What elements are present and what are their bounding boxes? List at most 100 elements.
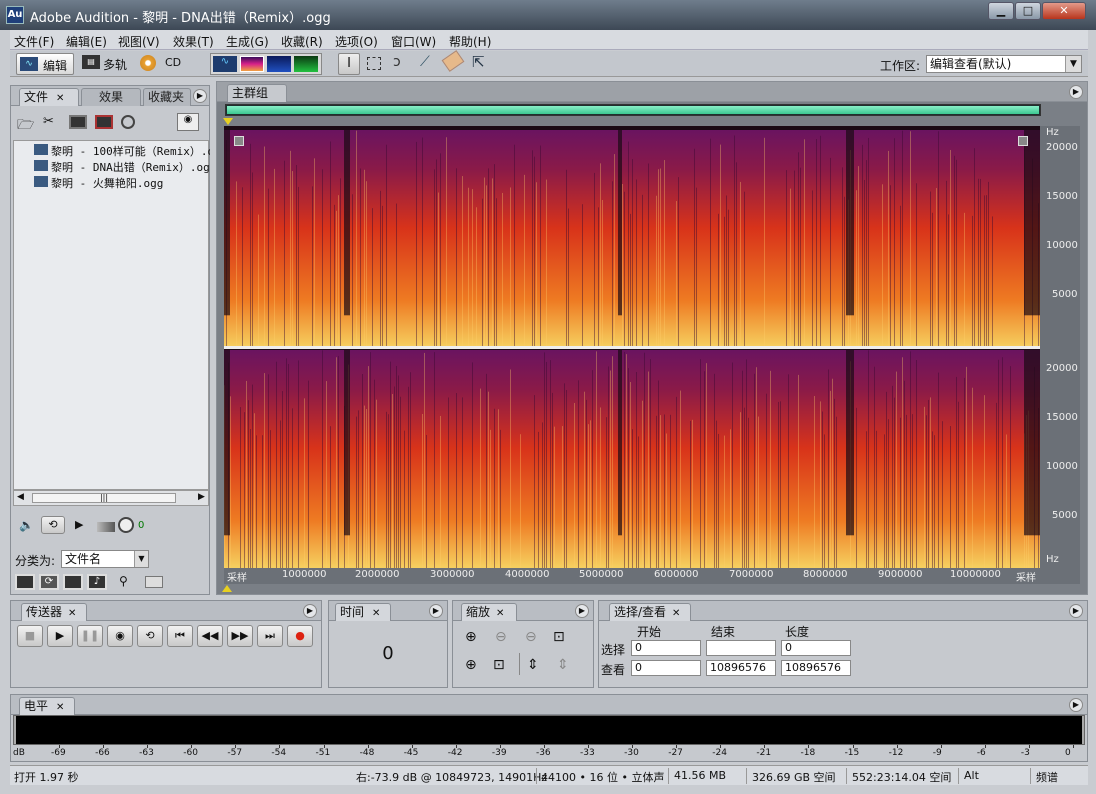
maximize-button[interactable]: □	[1015, 2, 1041, 20]
import-icon[interactable]	[69, 115, 87, 129]
tab-main-group[interactable]: 主群组	[227, 84, 287, 102]
stop-button[interactable]: ■	[17, 625, 43, 647]
tab-zoom[interactable]: 缩放 ✕	[461, 603, 517, 621]
view-toggle-icon[interactable]	[145, 576, 163, 588]
panel-menu-icon[interactable]: ▶	[575, 604, 589, 618]
close-icon[interactable]: ✕	[372, 608, 380, 619]
record-button[interactable]: ●	[287, 625, 313, 647]
close-button[interactable]: ✕	[1042, 2, 1086, 20]
fast-forward-button[interactable]: ▶▶	[227, 625, 253, 647]
volume-knob[interactable]	[118, 517, 134, 533]
selection-end-field[interactable]	[706, 640, 776, 656]
close-icon[interactable]: ✕	[672, 608, 680, 619]
fade-out-handle[interactable]	[1018, 136, 1028, 146]
tab-selection-view[interactable]: 选择/查看 ✕	[609, 603, 691, 621]
filter-options-icon[interactable]: ⚲	[119, 574, 139, 590]
close-icon[interactable]: ✕	[56, 702, 64, 713]
panel-menu-icon[interactable]: ▶	[1069, 85, 1083, 99]
list-item[interactable]: 黎明 - 100样可能（Remix）.ogg	[34, 143, 210, 159]
zoom-selection-icon[interactable]: ⊡	[553, 629, 565, 645]
list-item[interactable]: 黎明 - DNA出错（Remix）.ogg	[34, 159, 210, 175]
close-icon[interactable]: ✕	[496, 608, 504, 619]
zoom-in-horizontal-icon[interactable]: ⊕	[465, 629, 477, 645]
menu-options[interactable]: 选项(O)	[335, 33, 378, 50]
sort-select[interactable]: 文件名 ▼	[61, 550, 149, 568]
tab-time[interactable]: 时间 ✕	[335, 603, 391, 621]
filter-loop-icon[interactable]: ⟳	[39, 574, 59, 590]
overview-bar[interactable]	[225, 104, 1041, 116]
open-file-icon[interactable]: 🗁	[17, 114, 37, 133]
loop-play-button[interactable]: ⟲	[137, 625, 163, 647]
spectral-phase-icon[interactable]	[294, 56, 318, 72]
menu-window[interactable]: 窗口(W)	[391, 33, 436, 50]
multitrack-view-label[interactable]: 多轨	[103, 56, 127, 73]
menu-generate[interactable]: 生成(G)	[226, 33, 269, 50]
scroll-left-icon[interactable]: ◀	[17, 492, 24, 502]
chevron-down-icon[interactable]: ▼	[1065, 56, 1081, 72]
waveform-display-icon[interactable]: ∿	[213, 56, 237, 72]
filter-video-icon[interactable]	[63, 574, 83, 590]
view-options-icon[interactable]: ◉	[177, 113, 199, 131]
menu-edit[interactable]: 编辑(E)	[66, 33, 107, 50]
zoom-out-full-icon[interactable]: ⊖	[525, 629, 537, 645]
lasso-tool-icon[interactable]: ↄ	[393, 54, 401, 70]
end-marker-icon[interactable]	[222, 585, 232, 592]
play-from-cursor-button[interactable]: ◉	[107, 625, 133, 647]
panel-menu-icon[interactable]: ▶	[1069, 604, 1083, 618]
filter-audio-icon[interactable]	[15, 574, 35, 590]
spectral-display[interactable]	[224, 126, 1040, 568]
loop-icon[interactable]: ⟲	[41, 516, 65, 534]
zoom-out-horizontal-icon[interactable]: ⊖	[495, 629, 507, 645]
insert-icon[interactable]	[95, 115, 113, 129]
scroll-right-icon[interactable]: ▶	[198, 492, 205, 502]
fade-in-handle[interactable]	[234, 136, 244, 146]
move-tool-icon[interactable]: ⇱	[472, 53, 485, 71]
tab-effects[interactable]: 效果	[81, 88, 141, 106]
speaker-icon[interactable]: 🔈	[19, 518, 34, 532]
autoplay-icon[interactable]	[121, 115, 135, 129]
brush-tool-icon[interactable]: ⟋	[420, 54, 430, 70]
close-file-icon[interactable]: ✂	[43, 114, 63, 130]
selection-length-field[interactable]: 0	[781, 640, 851, 656]
cd-view-label[interactable]: CD	[165, 56, 181, 69]
spectral-display-icon[interactable]	[240, 56, 264, 72]
tab-levels[interactable]: 电平 ✕	[19, 697, 75, 715]
tab-files[interactable]: 文件 ✕	[19, 88, 79, 106]
healing-brush-icon[interactable]	[441, 50, 465, 72]
menu-favorites[interactable]: 收藏(R)	[281, 33, 323, 50]
marquee-tool-icon[interactable]	[367, 57, 381, 70]
menu-file[interactable]: 文件(F)	[14, 33, 54, 50]
menu-view[interactable]: 视图(V)	[118, 33, 160, 50]
pause-button[interactable]: ❚❚	[77, 625, 103, 647]
panel-menu-icon[interactable]: ▶	[193, 89, 207, 103]
filter-midi-icon[interactable]: ♪	[87, 574, 107, 590]
selection-start-field[interactable]: 0	[631, 640, 701, 656]
horizontal-scrollbar[interactable]: ◀ ||| ▶	[13, 490, 209, 506]
chevron-down-icon[interactable]: ▼	[134, 551, 148, 567]
panel-menu-icon[interactable]: ▶	[429, 604, 443, 618]
menu-help[interactable]: 帮助(H)	[449, 33, 491, 50]
start-marker-icon[interactable]	[223, 118, 233, 125]
edit-view-button[interactable]: ∿ 编辑	[16, 53, 74, 75]
go-to-start-button[interactable]: ⏮	[167, 625, 193, 647]
zoom-right-icon[interactable]: ⊡	[493, 657, 505, 673]
list-item[interactable]: 黎明 - 火舞艳阳.ogg	[34, 175, 210, 191]
rewind-button[interactable]: ◀◀	[197, 625, 223, 647]
zoom-out-vertical-icon[interactable]: ⇕	[557, 657, 569, 673]
tab-transport[interactable]: 传送器 ✕	[21, 603, 87, 621]
view-length-field[interactable]: 10896576	[781, 660, 851, 676]
panel-menu-icon[interactable]: ▶	[303, 604, 317, 618]
close-icon[interactable]: ✕	[68, 608, 76, 619]
spectral-pan-icon[interactable]	[267, 56, 291, 72]
minimize-button[interactable]: ▁	[988, 2, 1014, 20]
view-start-field[interactable]: 0	[631, 660, 701, 676]
view-end-field[interactable]: 10896576	[706, 660, 776, 676]
play-icon[interactable]: ▶	[75, 518, 83, 531]
time-selection-tool-icon[interactable]: I	[338, 53, 360, 75]
overview-range[interactable]	[227, 106, 1039, 114]
scroll-thumb[interactable]: |||	[32, 493, 176, 503]
go-to-end-button[interactable]: ⏭	[257, 625, 283, 647]
cd-icon[interactable]	[140, 55, 156, 71]
close-icon[interactable]: ✕	[56, 93, 64, 104]
workspace-select[interactable]: 编辑查看(默认) ▼	[926, 55, 1082, 73]
